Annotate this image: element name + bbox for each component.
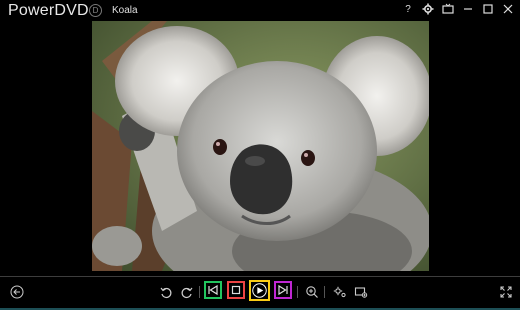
maximize-icon[interactable]	[482, 3, 494, 15]
file-title: Koala	[112, 5, 138, 16]
back-icon[interactable]	[9, 284, 25, 300]
koala-image	[92, 21, 429, 271]
rotate-left-icon[interactable]	[158, 284, 174, 300]
previous-icon[interactable]	[205, 282, 221, 298]
gear-icon[interactable]	[422, 3, 434, 15]
app-badge[interactable]: D	[89, 4, 102, 17]
video-frame[interactable]	[92, 21, 429, 271]
title-bar: PowerDVD D Koala ?	[0, 0, 520, 22]
help-icon[interactable]: ?	[402, 3, 414, 15]
tv-mode-icon[interactable]	[442, 3, 454, 15]
close-icon[interactable]	[502, 3, 514, 15]
rotate-right-icon[interactable]	[179, 284, 195, 300]
next-icon[interactable]	[275, 282, 291, 298]
window-controls: ?	[402, 3, 514, 15]
minimize-icon[interactable]	[462, 3, 474, 15]
stop-icon[interactable]	[228, 282, 244, 298]
play-icon[interactable]	[251, 282, 268, 299]
divider	[199, 286, 200, 298]
settings-icon[interactable]	[332, 284, 348, 300]
divider	[297, 286, 298, 298]
fullscreen-icon[interactable]	[498, 284, 514, 300]
zoom-icon[interactable]	[304, 284, 320, 300]
snapshot-icon[interactable]	[353, 284, 369, 300]
control-separator	[0, 276, 520, 277]
divider	[324, 286, 325, 298]
app-title: PowerDVD	[8, 2, 89, 19]
